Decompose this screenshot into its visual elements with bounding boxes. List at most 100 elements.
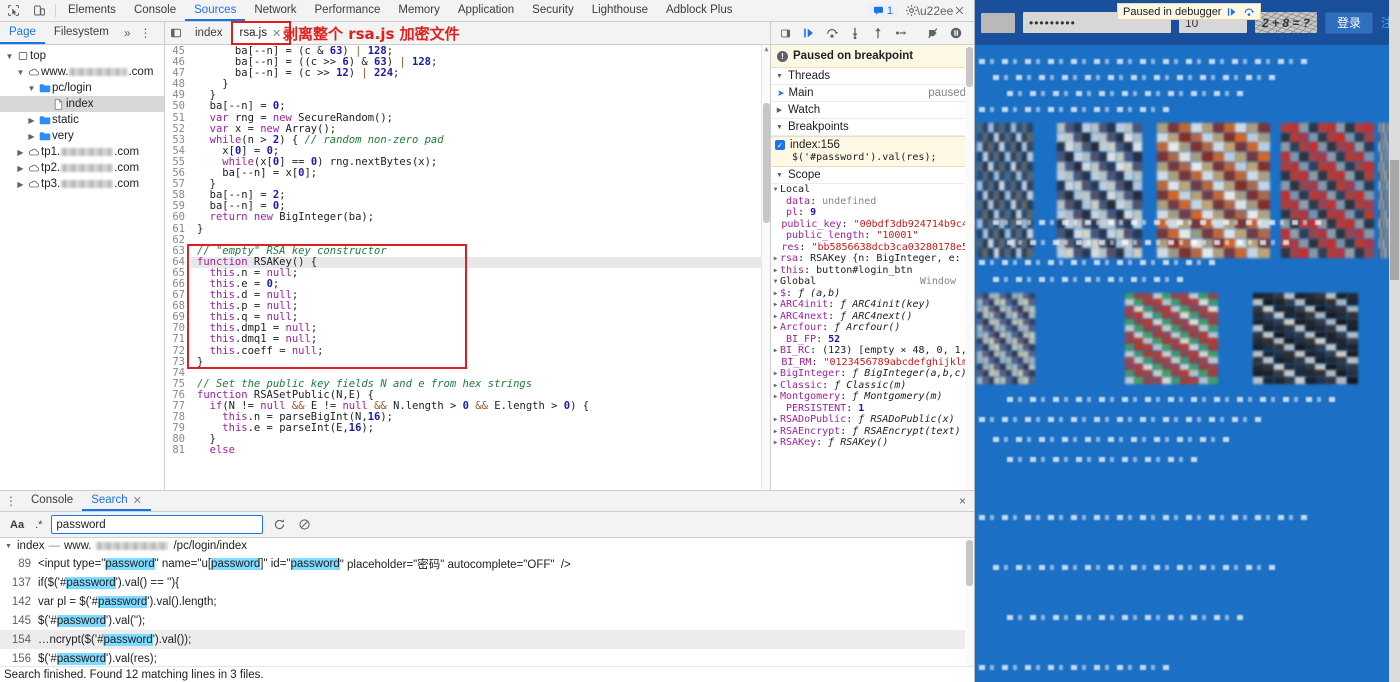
tab-security[interactable]: Security	[523, 0, 583, 21]
scope-variable-row[interactable]: ▶ RSAEncrypt: ƒ RSAEncrypt(text)	[771, 426, 974, 438]
search-result-row[interactable]: 142 var pl = $('# password ').val().length;	[0, 592, 974, 611]
scroll-up-arrow-icon[interactable]: ▲	[763, 45, 770, 54]
scope-variable-row[interactable]: ▶ ARC4init: ƒ ARC4init(key)	[771, 299, 974, 311]
scope-variable-row[interactable]: ▶ RSAKey: ƒ RSAKey()	[771, 437, 974, 449]
drawer-tab-close-icon[interactable]: ✕	[133, 494, 142, 507]
toggle-navigator-icon[interactable]	[165, 22, 187, 44]
code-line[interactable]: 61}	[165, 223, 770, 235]
search-result-file-header[interactable]: ▼ index — www. /pc/login/index	[0, 538, 974, 554]
scope-variable-row[interactable]: ▶ Classic: ƒ Classic(m)	[771, 380, 974, 392]
tab-elements[interactable]: Elements	[59, 0, 125, 21]
search-clear-icon[interactable]	[295, 516, 313, 534]
tab-performance[interactable]: Performance	[306, 0, 390, 21]
search-input-wrap[interactable]	[51, 515, 264, 534]
section-threads[interactable]: ▼ Threads	[771, 68, 974, 85]
step-over-next-call-icon[interactable]	[821, 23, 842, 43]
tab-console[interactable]: Console	[125, 0, 185, 21]
tab-application[interactable]: Application	[449, 0, 523, 21]
pause-on-exceptions-icon[interactable]	[945, 23, 966, 43]
expand-arrow-icon[interactable]: ▶	[771, 428, 780, 435]
drawer-tab-console[interactable]: Console	[22, 491, 82, 511]
collapse-caret-icon[interactable]: ▶	[26, 132, 37, 141]
expand-arrow-icon[interactable]: ▶	[771, 370, 780, 377]
expand-arrow-icon[interactable]: ▶	[771, 347, 780, 354]
code-line[interactable]: 50 ba[--n] = 0;	[165, 101, 770, 113]
expand-arrow-icon[interactable]: ▶	[771, 301, 780, 308]
line-number[interactable]: 81	[165, 445, 191, 457]
step-out-of-current-function-icon[interactable]	[867, 23, 888, 43]
scope-section-header[interactable]: ▼ Local	[771, 184, 974, 196]
deactivate-breakpoints-icon[interactable]	[922, 23, 943, 43]
tree-row-domain-tp2[interactable]: ▶ tp2. .com	[0, 160, 164, 176]
debugger-scroll-thumb[interactable]	[966, 47, 973, 87]
expand-arrow-icon[interactable]: ▶	[771, 393, 780, 400]
inspect-element-icon[interactable]	[0, 0, 26, 21]
search-results[interactable]: ▼ index — www. /pc/login/index 89 <input …	[0, 538, 974, 666]
scope-variable-row[interactable]: ▶ RSADoPublic: ƒ RSADoPublic(x)	[771, 414, 974, 426]
issues-badge[interactable]: 1	[867, 3, 898, 18]
toggle-debugger-sidebar-icon[interactable]	[775, 23, 796, 43]
code-line[interactable]: 71 this.dmq1 = null;	[165, 334, 770, 346]
line-number[interactable]: 51	[165, 112, 191, 124]
search-result-row[interactable]: 145 $('# password ').val('');	[0, 611, 974, 630]
code-line[interactable]: 60 return new BigInteger(ba);	[165, 212, 770, 224]
navigator-kebab-icon[interactable]: ⋮	[137, 22, 155, 44]
expand-arrow-icon[interactable]: ▶	[771, 416, 780, 423]
search-match-case-button[interactable]: Aa	[8, 519, 26, 531]
nav-tab-page[interactable]: Page	[0, 22, 45, 44]
scope-variable-row[interactable]: ▶ Montgomery: ƒ Montgomery(m)	[771, 391, 974, 403]
drawer-kebab-icon[interactable]: ⋮	[0, 491, 22, 511]
device-toolbar-icon[interactable]	[26, 0, 52, 21]
collapse-caret-icon[interactable]: ▶	[15, 164, 26, 173]
collapse-caret-icon[interactable]: ▶	[15, 148, 26, 157]
tab-sources[interactable]: Sources	[185, 0, 246, 21]
nav-more-chevron-icon[interactable]: »	[118, 22, 137, 44]
nav-tab-filesystem[interactable]: Filesystem	[45, 22, 118, 44]
search-input[interactable]	[56, 518, 259, 531]
tree-row-top[interactable]: ▼ top	[0, 48, 164, 64]
expand-caret-icon[interactable]: ▼	[15, 68, 26, 77]
breakpoint-item[interactable]: ✓ index:156 $('#password').val(res);	[771, 136, 974, 167]
tooltip-step-over-icon[interactable]	[1243, 6, 1255, 18]
search-refresh-icon[interactable]	[270, 516, 288, 534]
username-field[interactable]	[981, 12, 1015, 33]
scope-variable-row[interactable]: res: "bb5856638dcb3ca03280178e5…	[771, 242, 974, 254]
code-line[interactable]: 72 this.coeff = null;	[165, 345, 770, 357]
page-scroll-thumb[interactable]	[1390, 160, 1399, 280]
results-scrollbar[interactable]	[965, 538, 974, 666]
search-result-row[interactable]: 137 if($('# password ').val() == ''){	[0, 573, 974, 592]
tab-lighthouse[interactable]: Lighthouse	[583, 0, 657, 21]
section-watch[interactable]: ▶ Watch	[771, 102, 974, 119]
line-number[interactable]: 71	[165, 334, 191, 346]
line-number[interactable]: 61	[165, 223, 191, 235]
expand-arrow-icon[interactable]: ▶	[771, 290, 780, 297]
tab-network[interactable]: Network	[245, 0, 305, 21]
resume-script-execution-icon[interactable]	[798, 23, 819, 43]
scope-variable-row[interactable]: PERSISTENT: 1	[771, 403, 974, 415]
scope-variable-row[interactable]: ▶ rsa: RSAKey {n: BigInteger, e: …	[771, 253, 974, 265]
scope-variable-row[interactable]: public_length: "10001"	[771, 230, 974, 242]
expand-caret-icon[interactable]: ▼	[4, 52, 15, 61]
drawer-tab-search[interactable]: Search ✕	[82, 491, 151, 511]
tree-row-folder-static[interactable]: ▶ static	[0, 112, 164, 128]
code-line[interactable]: 79 this.e = parseInt(E,16);	[165, 423, 770, 435]
scope-variable-row[interactable]: pl: 9	[771, 207, 974, 219]
editor-tab-close-icon[interactable]: ✕	[272, 27, 281, 40]
editor-tab-rsa-js[interactable]: rsa.js ✕	[230, 21, 292, 45]
line-number[interactable]: 50	[165, 101, 191, 113]
scope-variable-row[interactable]: ▶ Arcfour: ƒ Arcfour()	[771, 322, 974, 334]
search-result-row[interactable]: 154 …ncrypt($('# password ').val());	[0, 630, 974, 649]
search-regex-button[interactable]: .*	[33, 519, 44, 531]
search-result-row[interactable]: 89 <input type=" password " name="u[passwor…	[0, 554, 974, 573]
editor-tab-index[interactable]: index	[187, 22, 232, 44]
scope-variable-row[interactable]: ▶ BigInteger: ƒ BigInteger(a,b,c)	[771, 368, 974, 380]
line-number[interactable]: 60	[165, 212, 191, 224]
scope-variable-row[interactable]: ▶ BI_RC: (123) [empty × 48, 0, 1,…	[771, 345, 974, 357]
thread-row-main[interactable]: ➤ Main paused	[771, 85, 974, 102]
expand-arrow-icon[interactable]: ▶	[771, 255, 780, 262]
scope-variable-row[interactable]: BI_FP: 52	[771, 334, 974, 346]
section-breakpoints[interactable]: ▼ Breakpoints	[771, 119, 974, 136]
collapse-caret-icon[interactable]: ▶	[26, 116, 37, 125]
line-number[interactable]: 72	[165, 345, 191, 357]
scope-variable-row[interactable]: ▶ this: button#login_btn	[771, 265, 974, 277]
